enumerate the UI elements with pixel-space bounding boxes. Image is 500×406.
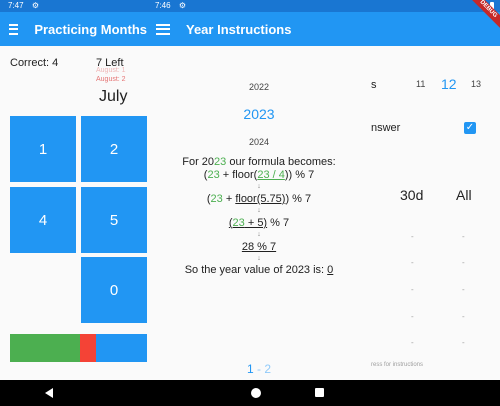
- stat-value: -: [411, 285, 414, 294]
- stat-value: -: [411, 258, 414, 267]
- menu-icon[interactable]: [156, 23, 170, 35]
- formula-step-1: (23 + floor(23 / 4)) % 7: [203, 169, 315, 181]
- status-bar: 7:47 ⚙: [0, 0, 147, 12]
- status-time: 7:46: [155, 1, 171, 10]
- answer-button-5[interactable]: 5: [81, 187, 147, 253]
- answer-button-2[interactable]: 2: [81, 116, 147, 182]
- year-current[interactable]: 2023: [147, 106, 371, 122]
- history-item: August: 1: [96, 67, 126, 74]
- stat-value: -: [462, 338, 465, 347]
- progress-segment: [79, 334, 97, 362]
- page-title: Year Instructions: [186, 21, 292, 37]
- year-instructions-screen: 7:46 ⚙ Year Instructions 2022 2023 2024 …: [147, 0, 371, 406]
- year-prev[interactable]: 2022: [147, 82, 371, 92]
- stat-value: -: [462, 258, 465, 267]
- instructions-hint: ress for instructions: [371, 362, 424, 368]
- arrow-down-icon: ↓: [257, 207, 261, 214]
- answer-button-1[interactable]: 1: [10, 116, 76, 182]
- app-bar: [371, 12, 500, 46]
- formula-step-3: (23 + 5) % 7: [228, 217, 290, 229]
- number-option[interactable]: 11: [416, 79, 425, 89]
- history-item: August: 2: [96, 76, 126, 83]
- recents-icon[interactable]: [315, 388, 324, 397]
- menu-icon[interactable]: [9, 23, 19, 35]
- formula-intro: For 2023 our formula becomes:: [182, 156, 336, 168]
- column-header-all: All: [456, 187, 472, 203]
- stat-value: -: [462, 312, 465, 321]
- page-title: Practicing Months: [34, 21, 147, 37]
- app-bar: Practicing Months: [0, 12, 147, 46]
- stat-value: -: [462, 285, 465, 294]
- label-fragment: s: [371, 79, 377, 91]
- practicing-months-screen: 7:47 ⚙ Practicing Months Correct: 4 7 Le…: [0, 0, 147, 406]
- stat-value: -: [462, 232, 465, 241]
- number-option[interactable]: 13: [471, 79, 481, 89]
- page-indicator[interactable]: 1 - 2: [147, 362, 371, 376]
- gear-icon: ⚙: [178, 1, 186, 10]
- arrow-down-icon: ↓: [257, 255, 261, 262]
- nav-bar: [371, 380, 500, 406]
- show-answer-checkbox[interactable]: ✓: [464, 122, 476, 134]
- formula-result: So the year value of 2023 is: 0: [184, 264, 334, 276]
- nav-bar: [0, 380, 147, 406]
- back-icon[interactable]: [45, 388, 53, 398]
- stat-value: -: [411, 338, 414, 347]
- status-time: 7:47: [8, 1, 24, 10]
- progress-segment: [10, 334, 80, 362]
- nav-bar: [147, 380, 371, 406]
- stat-value: -: [411, 312, 414, 321]
- stat-value: -: [411, 232, 414, 241]
- answer-button-0[interactable]: 0: [81, 257, 147, 323]
- number-option-selected[interactable]: 12: [441, 76, 457, 92]
- gear-icon: ⚙: [31, 1, 39, 10]
- formula-step-2: (23 + floor(5.75)) % 7: [206, 193, 312, 205]
- progress-bar: [10, 334, 147, 362]
- formula-step-4: 28 % 7: [241, 241, 277, 253]
- status-bar: 7:46 ⚙: [147, 0, 371, 12]
- column-header-30d: 30d: [400, 187, 424, 203]
- arrow-down-icon: ↓: [257, 231, 261, 238]
- progress-segment: [96, 334, 147, 362]
- home-icon[interactable]: [251, 388, 261, 398]
- current-month: July: [99, 88, 128, 105]
- settings-screen: DEBUG s 11 12 13 nswer ✓ 30d All - - - -…: [371, 0, 500, 406]
- answer-button-4[interactable]: 4: [10, 187, 76, 253]
- year-next[interactable]: 2024: [147, 137, 371, 147]
- arrow-down-icon: ↓: [257, 183, 261, 190]
- app-bar: Year Instructions: [147, 12, 371, 46]
- correct-count: Correct: 4: [10, 57, 59, 69]
- show-answer-label: nswer: [371, 122, 401, 134]
